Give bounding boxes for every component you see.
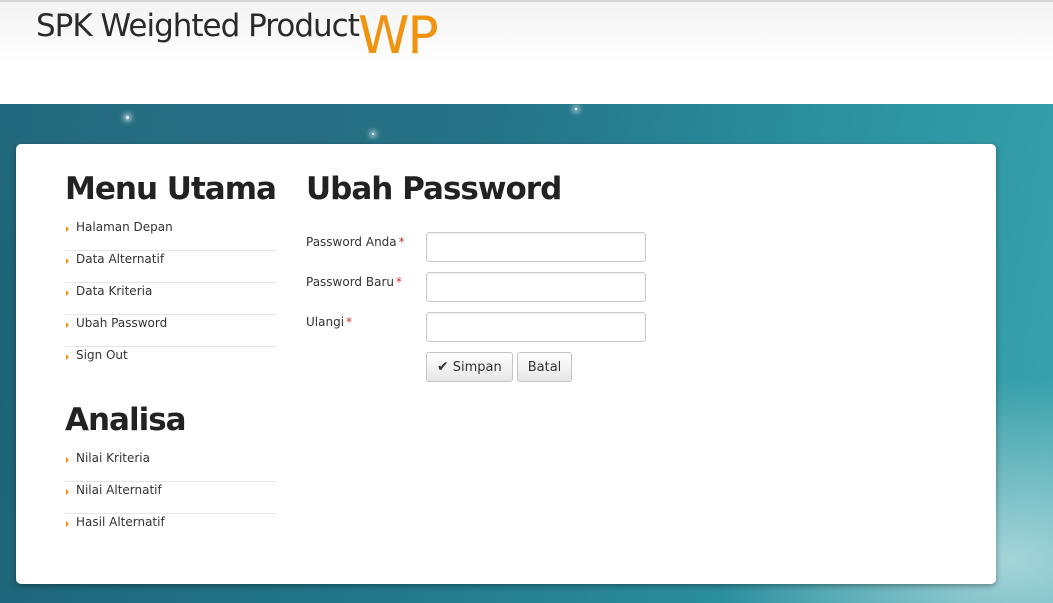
menu-item-hasil-alternatif: Hasil Alternatif xyxy=(65,514,276,546)
password-baru-input[interactable] xyxy=(426,272,646,302)
bullet-caret-icon xyxy=(66,521,69,527)
form-actions: ✔ Simpan Batal xyxy=(426,352,573,382)
menu-link-nilai-kriteria[interactable]: Nilai Kriteria xyxy=(76,451,150,465)
bullet-caret-icon xyxy=(66,457,69,463)
star-decoration xyxy=(372,133,374,135)
password-anda-label: Password Anda * xyxy=(306,235,405,249)
site-header: SPK Weighted Product WP xyxy=(0,0,1053,104)
password-baru-label-text: Password Baru xyxy=(306,275,394,289)
content-panel: Menu Utama Halaman Depan Data Alternatif… xyxy=(16,144,996,584)
password-anda-input[interactable] xyxy=(426,232,646,262)
star-decoration xyxy=(126,116,129,119)
form-row-password-anda: Password Anda * xyxy=(306,232,906,262)
analisa-menu: Nilai Kriteria Nilai Alternatif Hasil Al… xyxy=(65,450,276,546)
bullet-caret-icon xyxy=(66,258,69,264)
menu-link-nilai-alternatif[interactable]: Nilai Alternatif xyxy=(76,483,162,497)
analisa-heading: Analisa xyxy=(65,402,187,438)
menu-link-halaman-depan[interactable]: Halaman Depan xyxy=(76,220,173,234)
main-content: Ubah Password Password Anda * Password Ba… xyxy=(306,171,906,382)
star-decoration xyxy=(575,108,577,110)
ulangi-label: Ulangi * xyxy=(306,315,352,329)
sidebar: Menu Utama Halaman Depan Data Alternatif… xyxy=(65,171,277,546)
batal-label: Batal xyxy=(527,359,562,375)
password-baru-label: Password Baru * xyxy=(306,275,402,289)
ulangi-input[interactable] xyxy=(426,312,646,342)
menu-link-hasil-alternatif[interactable]: Hasil Alternatif xyxy=(76,515,165,529)
batal-button[interactable]: Batal xyxy=(516,352,573,382)
ulangi-label-text: Ulangi xyxy=(306,315,345,329)
check-icon: ✔ xyxy=(437,359,449,375)
menu-item-nilai-kriteria: Nilai Kriteria xyxy=(65,450,276,482)
menu-item-ubah-password: Ubah Password xyxy=(65,315,276,347)
page-title: Ubah Password xyxy=(306,171,562,207)
password-anda-label-text: Password Anda xyxy=(306,235,397,249)
form-row-ulangi: Ulangi * xyxy=(306,312,906,342)
bullet-caret-icon xyxy=(66,354,69,360)
menu-link-sign-out[interactable]: Sign Out xyxy=(76,348,128,362)
required-mark: * xyxy=(346,315,353,329)
form-row-password-baru: Password Baru * xyxy=(306,272,906,302)
menu-link-data-alternatif[interactable]: Data Alternatif xyxy=(76,252,164,266)
bullet-caret-icon xyxy=(66,226,69,232)
required-mark: * xyxy=(398,235,405,249)
site-title[interactable]: SPK Weighted Product xyxy=(36,8,360,44)
menu-item-data-kriteria: Data Kriteria xyxy=(65,283,276,315)
menu-item-halaman-depan: Halaman Depan xyxy=(65,219,276,251)
menu-link-data-kriteria[interactable]: Data Kriteria xyxy=(76,284,152,298)
required-mark: * xyxy=(396,275,402,289)
bullet-caret-icon xyxy=(66,489,69,495)
site-logo-wp[interactable]: WP xyxy=(358,10,439,62)
menu-item-data-alternatif: Data Alternatif xyxy=(65,251,276,283)
simpan-button[interactable]: ✔ Simpan xyxy=(426,352,513,382)
menu-utama-heading: Menu Utama xyxy=(65,171,277,207)
main-menu: Halaman Depan Data Alternatif Data Krite… xyxy=(65,219,276,379)
menu-item-nilai-alternatif: Nilai Alternatif xyxy=(65,482,276,514)
simpan-label: Simpan xyxy=(452,359,502,375)
bullet-caret-icon xyxy=(66,322,69,328)
menu-item-sign-out: Sign Out xyxy=(65,347,276,379)
menu-link-ubah-password[interactable]: Ubah Password xyxy=(76,316,167,330)
bullet-caret-icon xyxy=(66,290,69,296)
